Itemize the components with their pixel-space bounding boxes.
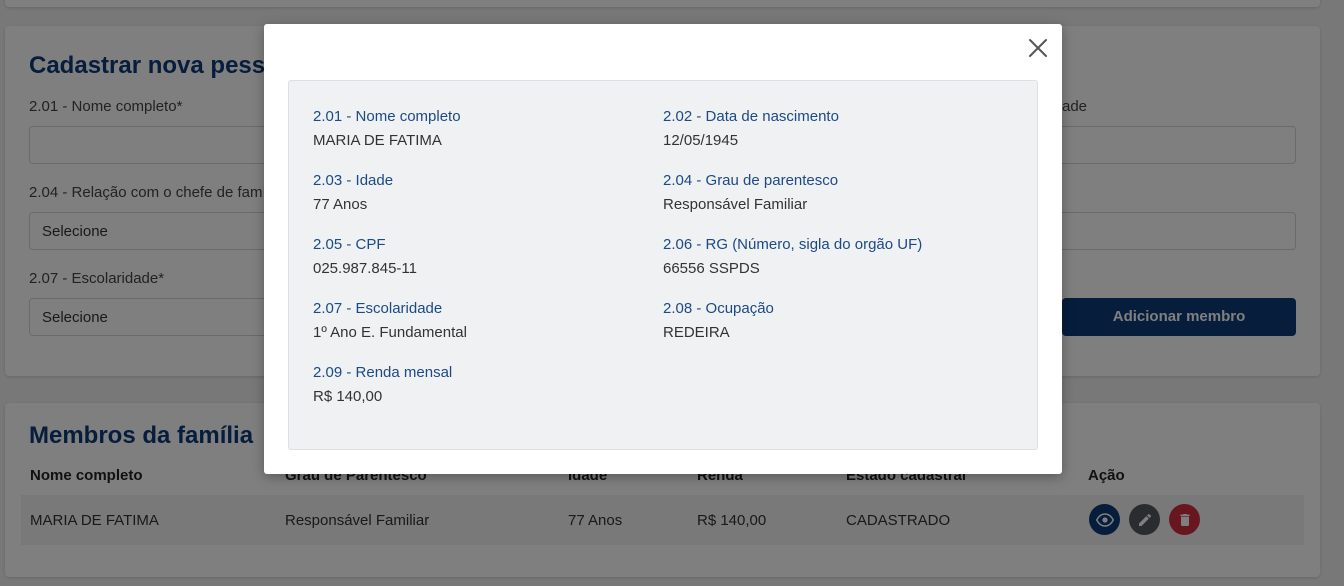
detail-income-value: R$ 140,00 xyxy=(313,388,383,405)
detail-name-value: MARIA DE FATIMA xyxy=(313,132,442,149)
close-button[interactable] xyxy=(1026,36,1050,60)
close-icon xyxy=(1029,39,1047,57)
detail-kinship-value: Responsável Familiar xyxy=(663,196,808,213)
detail-age-label: 2.03 - Idade xyxy=(313,172,394,189)
detail-rg-label: 2.06 - RG (Número, sigla do orgão UF) xyxy=(663,236,923,253)
detail-education-label: 2.07 - Escolaridade xyxy=(313,300,443,317)
detail-age-value: 77 Anos xyxy=(313,196,368,213)
detail-income-label: 2.09 - Renda mensal xyxy=(313,364,453,381)
detail-name-label: 2.01 - Nome completo xyxy=(313,108,461,125)
detail-cpf-label: 2.05 - CPF xyxy=(313,236,386,253)
detail-education-value: 1º Ano E. Fundamental xyxy=(313,324,467,341)
detail-kinship-label: 2.04 - Grau de parentesco xyxy=(663,172,839,189)
detail-birthdate-value: 12/05/1945 xyxy=(663,132,739,149)
member-details-panel: 2.01 - Nome completo MARIA DE FATIMA 2.0… xyxy=(288,80,1038,450)
detail-rg-value: 66556 SSPDS xyxy=(663,260,760,277)
detail-occupation-value: REDEIRA xyxy=(663,324,730,341)
detail-occupation-label: 2.08 - Ocupação xyxy=(663,300,774,317)
member-details-modal: 2.01 - Nome completo MARIA DE FATIMA 2.0… xyxy=(264,24,1062,474)
detail-birthdate-label: 2.02 - Data de nascimento xyxy=(663,108,839,125)
detail-cpf-value: 025.987.845-11 xyxy=(313,260,417,277)
